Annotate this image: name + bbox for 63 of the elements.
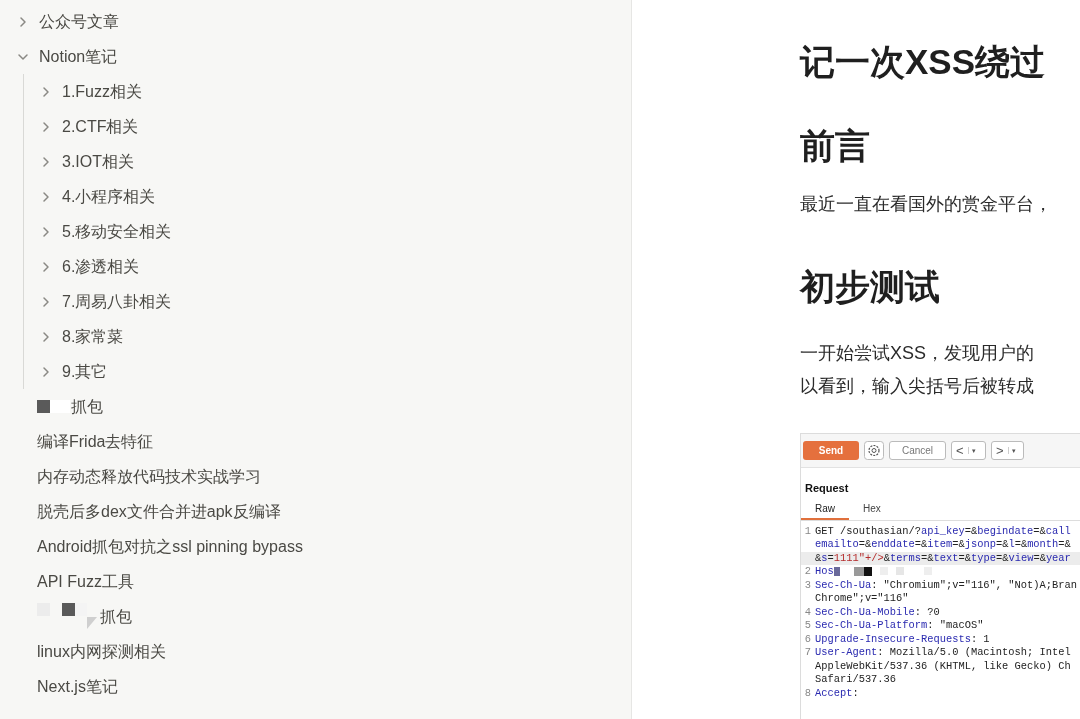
tab[interactable]: Hex [849,500,895,520]
page-link[interactable]: API Fuzz工具 [37,569,134,594]
chevron-right-icon[interactable] [40,365,52,378]
tree-item[interactable]: 公众号文章 [39,9,119,34]
code-line: Sec-Ch-Ua: "Chromium";v="116", "Not)A;Bran [815,578,1077,592]
code-line: emailto=&enddate=&item=&jsonp=&l=&month=& [815,538,1071,552]
code-line: AppleWebKit/537.36 (KHTML, like Gecko) Ch [815,659,1071,673]
paragraph: 最近一直在看国外的赏金平台， [800,193,1053,216]
code-line: &s=1111"+/>&terms=&text=&type=&view=&year [815,551,1071,565]
code-line: Hos [815,565,834,579]
section-heading: 前言 [800,125,871,167]
chevron-right-icon[interactable] [40,155,52,168]
chevron-right-icon[interactable] [40,225,52,238]
cancel-button[interactable]: Cancel [889,441,946,460]
tab[interactable]: Raw [801,500,849,520]
tree-item[interactable]: 9.其它 [62,359,108,384]
code-line: Sec-Ch-Ua-Platform: "macOS" [815,619,984,633]
redaction-mosaic [37,399,70,414]
code-line: Chrome";v="116" [815,592,909,606]
document-title: 记一次XSS绕过 [800,41,1047,83]
chevron-right-icon[interactable] [40,295,52,308]
chevron-right-icon[interactable] [40,85,52,98]
code-line: User-Agent: Mozilla/5.0 (Macintosh; Intel [815,646,1071,660]
tree-item[interactable]: 8.家常菜 [62,324,124,349]
line-number: 1 [803,524,812,538]
page-link[interactable]: Next.js笔记 [37,674,118,699]
chevron-right-icon[interactable] [40,120,52,133]
line-number: 7 [803,646,812,660]
page-link[interactable]: linux内网探测相关 [37,639,166,664]
chevron-right-icon[interactable] [40,330,52,343]
code-line: Accept: [815,686,859,700]
tree-item[interactable]: 5.移动安全相关 [62,219,172,244]
page-link[interactable]: 抓包 [100,604,132,629]
line-number: 6 [803,632,812,646]
tree-item[interactable]: 6.渗透相关 [62,254,140,279]
code-line: Upgrade-Insecure-Requests: 1 [815,632,990,646]
line-number: 2 [803,565,812,579]
page-link[interactable]: 抓包 [71,394,103,419]
page-link[interactable]: Android抓包对抗之ssl pinning bypass [37,534,303,559]
code-line: Safari/537.36 [815,673,897,687]
chevron-right-icon[interactable] [40,190,52,203]
paragraph: 一开始尝试XSS，发现用户的 以看到，输入尖括号后被转成 [800,342,1036,398]
tree-item[interactable]: 2.CTF相关 [62,114,139,139]
page-link[interactable]: 内存动态释放代码技术实战学习 [37,464,261,489]
chevron-right-icon[interactable] [17,15,29,28]
chevron-right-icon[interactable] [40,260,52,273]
code-line: GET /southasian/?api_key=&begindate=&call [815,524,1071,538]
page-link[interactable]: 脱壳后多dex文件合并进apk反编译 [37,499,281,524]
page-link[interactable]: 编译Frida去特征 [37,429,154,454]
tree-item[interactable]: 1.Fuzz相关 [62,79,142,104]
line-number: 3 [803,578,812,592]
panel-title: Request [805,481,850,496]
line-number: 5 [803,619,812,633]
tree-item[interactable]: 3.IOT相关 [62,149,134,174]
redaction-mosaic [37,602,99,631]
settings-icon[interactable] [864,441,884,460]
line-number: 4 [803,605,812,619]
line-number: 8 [803,686,812,700]
tree-item[interactable]: 7.周易八卦相关 [62,289,172,314]
section-heading: 初步测试 [800,266,941,308]
tree-item[interactable]: Notion笔记 [39,44,118,69]
tree-item[interactable]: 4.小程序相关 [62,184,156,209]
code-line: Sec-Ch-Ua-Mobile: ?0 [815,605,940,619]
